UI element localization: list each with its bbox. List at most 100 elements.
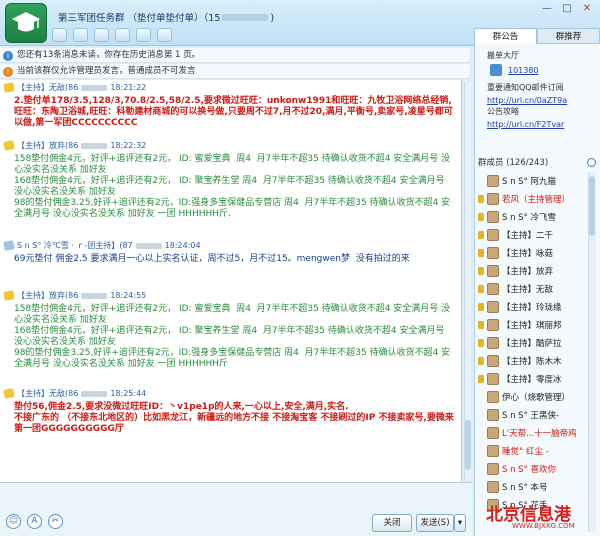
close-button[interactable]: 关闭 bbox=[372, 514, 412, 532]
member-item[interactable]: S n S° 阿九猫 bbox=[478, 172, 588, 190]
member-item[interactable]: 【主持】琪丽邦 bbox=[478, 316, 588, 334]
watermark-url: WWW.BJXXG.COM bbox=[512, 522, 575, 530]
member-item[interactable]: L'天帮...十一脑帝鸡 bbox=[478, 424, 588, 442]
group-avatar-graduation-cap-icon[interactable] bbox=[5, 3, 47, 43]
hall-number-link[interactable]: 101380 bbox=[508, 66, 539, 75]
info-icon: i bbox=[3, 51, 13, 61]
voice-icon[interactable] bbox=[73, 28, 88, 42]
chat-message: 【主持】放弃(86 18:22:32 158垫付佣金4元，好评+追评还有2元， I… bbox=[3, 140, 454, 220]
member-name: 【主持】酷萨拉 bbox=[502, 339, 562, 349]
admin-crown-icon bbox=[478, 357, 484, 365]
graduation-cap-icon bbox=[12, 12, 40, 32]
message-sender[interactable]: S n S° 冷℃雪 · ｒ-团主持】(87 bbox=[17, 240, 133, 251]
member-item[interactable]: 【主持】二千 bbox=[478, 226, 588, 244]
screenshot-icon[interactable]: ✂ bbox=[48, 514, 63, 529]
group-album-icon[interactable] bbox=[115, 28, 130, 42]
member-item[interactable]: 睡觉° 红尘 - bbox=[478, 442, 588, 460]
member-avatar[interactable] bbox=[487, 193, 499, 205]
subscribe-link[interactable]: http://url.cn/0aZT9a bbox=[487, 96, 567, 105]
member-badge-icon bbox=[3, 240, 15, 251]
chat-message: S n S° 冷℃雪 · ｒ-团主持】(87 18:24:04 69元垫付 佣金2… bbox=[3, 240, 454, 265]
member-item[interactable]: 【主持】陈木木 bbox=[478, 352, 588, 370]
member-name: S n S° 冷飞雪 bbox=[502, 213, 557, 223]
message-time: 18:24:04 bbox=[164, 241, 201, 250]
member-avatar[interactable] bbox=[487, 265, 499, 277]
member-item[interactable]: S n S° 冷飞雪 bbox=[478, 208, 588, 226]
message-text: 2.垫付单178/3.5,128/3,70.8/2.5,58/2.5,要求微过旺… bbox=[14, 96, 453, 128]
tab-announcement[interactable]: 群公告 bbox=[474, 28, 537, 44]
member-avatar[interactable] bbox=[487, 391, 499, 403]
member-name: 【主持】玲珑缘 bbox=[502, 303, 562, 313]
admin-badge-icon bbox=[3, 140, 15, 151]
more-apps-icon[interactable] bbox=[157, 28, 172, 42]
admin-crown-icon bbox=[478, 267, 484, 275]
admin-crown-icon bbox=[478, 321, 484, 329]
group-settings-icon[interactable] bbox=[136, 28, 151, 42]
member-item[interactable]: 伊心（烧歌管理） bbox=[478, 388, 588, 406]
member-avatar[interactable] bbox=[487, 337, 499, 349]
window-title-suffix: ) bbox=[270, 13, 275, 24]
message-sender[interactable]: 【主持】放弃(86 bbox=[17, 290, 78, 301]
member-avatar[interactable] bbox=[487, 355, 499, 367]
message-header: S n S° 冷℃雪 · ｒ-团主持】(87 18:24:04 bbox=[3, 240, 454, 251]
message-sender[interactable]: 【主持】无敌(86 bbox=[17, 388, 78, 399]
member-avatar[interactable] bbox=[487, 211, 499, 223]
message-sender[interactable]: 【主持】放弃(86 bbox=[17, 140, 78, 151]
unread-notice[interactable]: i 您还有13条消息未读，你存在历史消息第 1 页。 bbox=[0, 48, 470, 63]
admin-notice-text: 当前该群仅允许管理员发言，普通成员不可发言 bbox=[17, 66, 196, 76]
member-name: 【主持】零度冰 bbox=[502, 375, 562, 385]
member-item[interactable]: 【主持】无敌 bbox=[478, 280, 588, 298]
member-avatar[interactable] bbox=[487, 247, 499, 259]
member-avatar[interactable] bbox=[487, 445, 499, 457]
admin-notice: ! 当前该群仅允许管理员发言，普通成员不可发言 bbox=[0, 64, 470, 79]
member-name: 【主持】放弃 bbox=[502, 267, 554, 277]
font-icon[interactable]: A bbox=[27, 514, 42, 529]
member-avatar[interactable] bbox=[487, 373, 499, 385]
member-name: 若风（主持管理） bbox=[502, 195, 571, 205]
strategy-link[interactable]: http://url.cn/F2Tvar bbox=[487, 120, 564, 129]
masked-number bbox=[135, 242, 162, 249]
home-icon bbox=[490, 64, 502, 76]
hall-label: 搬单大厅 bbox=[487, 51, 519, 60]
member-avatar[interactable] bbox=[487, 301, 499, 313]
chat-scrollbar-thumb[interactable] bbox=[465, 420, 471, 470]
unread-notice-text: 您还有13条消息未读，你存在历史消息第 1 页。 bbox=[17, 50, 201, 60]
member-name: 【主持】咏菇 bbox=[502, 249, 554, 259]
member-item[interactable]: 【主持】咏菇 bbox=[478, 244, 588, 262]
member-item[interactable]: S n S° 王黑侠- bbox=[478, 406, 588, 424]
members-scrollbar-thumb[interactable] bbox=[589, 176, 595, 236]
message-text: 158垫付佣金4元，好评+追评还有2元， ID: 蜜爱宝典 周4 月7半年不超3… bbox=[14, 154, 451, 219]
close-window-button[interactable]: ✕ bbox=[580, 3, 594, 15]
tab-recommend[interactable]: 群推荐 bbox=[537, 28, 600, 44]
member-avatar[interactable] bbox=[487, 409, 499, 421]
member-avatar[interactable] bbox=[487, 319, 499, 331]
members-list[interactable]: S n S° 阿九猫若风（主持管理） S n S° 冷飞雪 【主持】二千 【主持】咏菇… bbox=[478, 172, 588, 532]
member-avatar[interactable] bbox=[487, 283, 499, 295]
message-sender[interactable]: 【主持】无敌(86 bbox=[17, 82, 78, 93]
admin-badge-icon bbox=[3, 82, 15, 93]
member-name: 【主持】无敌 bbox=[502, 285, 554, 295]
member-item[interactable]: S n S° 喜欢你 bbox=[478, 460, 588, 478]
maximize-button[interactable]: □ bbox=[560, 3, 574, 15]
member-avatar[interactable] bbox=[487, 463, 499, 475]
member-item[interactable]: 若风（主持管理） bbox=[478, 190, 588, 208]
minimize-button[interactable]: — bbox=[540, 3, 554, 15]
member-name: 【主持】二千 bbox=[502, 231, 554, 241]
message-header: 【主持】放弃(86 18:22:32 bbox=[3, 140, 454, 151]
member-avatar[interactable] bbox=[487, 229, 499, 241]
member-avatar[interactable] bbox=[487, 175, 499, 187]
search-icon[interactable] bbox=[587, 158, 596, 167]
emoji-icon[interactable]: ☺ bbox=[6, 514, 21, 529]
member-item[interactable]: 【主持】玲珑缘 bbox=[478, 298, 588, 316]
share-file-icon[interactable] bbox=[94, 28, 109, 42]
member-item[interactable]: 【主持】酷萨拉 bbox=[478, 334, 588, 352]
admin-crown-icon bbox=[478, 285, 484, 293]
member-avatar[interactable] bbox=[487, 427, 499, 439]
send-button[interactable]: 发送(S) bbox=[416, 514, 454, 532]
member-item[interactable]: 【主持】零度冰 bbox=[478, 370, 588, 388]
chat-history[interactable]: 【主持】无敌(86 18:21:22 2.垫付单178/3.5,128/3,70.… bbox=[0, 80, 462, 482]
member-item[interactable]: 【主持】放弃 bbox=[478, 262, 588, 280]
admin-crown-icon bbox=[478, 339, 484, 347]
strategy-label: 公告攻略 bbox=[487, 107, 519, 116]
video-icon[interactable] bbox=[52, 28, 67, 42]
